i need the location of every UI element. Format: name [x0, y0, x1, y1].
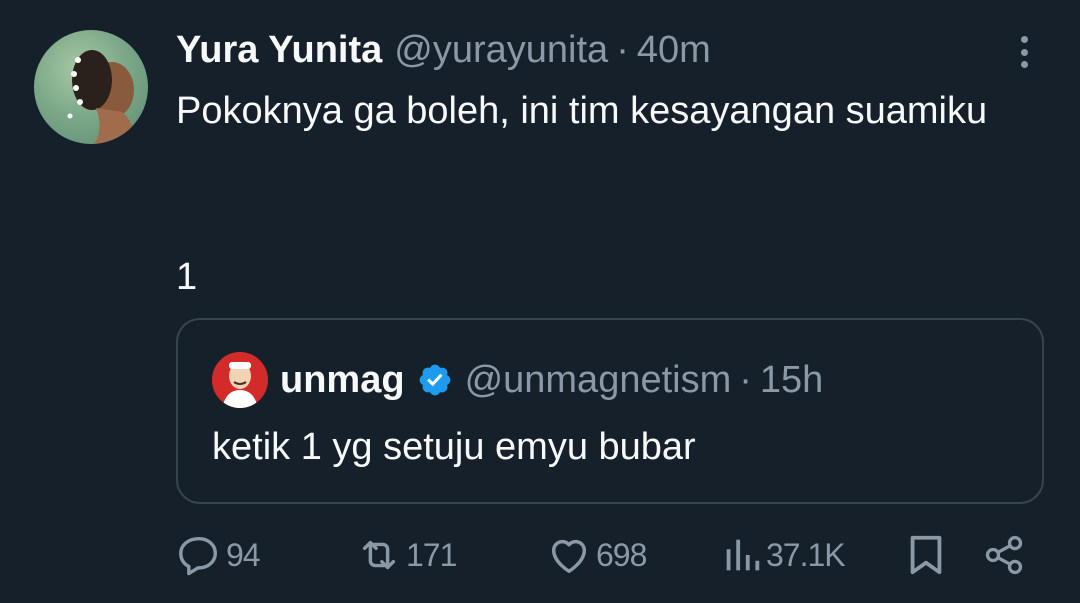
quoted-header-separator: ·: [739, 358, 752, 401]
quoted-tweet-timestamp[interactable]: 15h: [760, 359, 823, 402]
views-button[interactable]: 37.1K: [722, 530, 846, 580]
repost-button[interactable]: 171: [356, 530, 457, 580]
quoted-author-handle[interactable]: @unmagnetism: [465, 359, 732, 402]
bookmark-icon: [910, 535, 942, 575]
profile-photo: [212, 352, 268, 408]
tweet-timestamp[interactable]: 40m: [637, 29, 711, 72]
quoted-tweet-header: unmag @unmagnetism · 15h: [280, 356, 823, 404]
quoted-tweet[interactable]: unmag @unmagnetism · 15h ketik 1 yg setu…: [176, 318, 1044, 504]
author-display-name[interactable]: Yura Yunita: [176, 29, 382, 72]
views-count: 37.1K: [766, 536, 846, 573]
reply-icon: [179, 536, 218, 576]
more-options-icon[interactable]: [1008, 34, 1040, 70]
views-chart-icon: [726, 539, 760, 571]
repost-icon: [362, 540, 396, 570]
reply-button[interactable]: 94: [176, 530, 261, 580]
repost-count: 171: [406, 536, 457, 573]
reply-count: 94: [226, 536, 261, 573]
author-avatar[interactable]: [34, 30, 148, 144]
more-dot: [1020, 36, 1028, 43]
quoted-author-display-name[interactable]: unmag: [280, 359, 405, 402]
more-dot: [1020, 48, 1028, 56]
more-dot: [1020, 61, 1028, 68]
tweet-actions-bar: 94 171 698 37.1K: [0, 530, 1080, 580]
share-icon: [985, 535, 1023, 575]
quoted-author-avatar[interactable]: [212, 352, 268, 408]
author-handle[interactable]: @yurayunita: [394, 29, 608, 72]
share-button[interactable]: [982, 530, 1026, 580]
header-separator: ·: [616, 28, 629, 71]
heart-icon: [551, 539, 587, 574]
bookmark-button[interactable]: [906, 530, 946, 580]
like-count: 698: [596, 536, 647, 573]
verified-badge-icon: [419, 364, 450, 396]
tweet-text: Pokoknya ga boleh, ini tim kesayangan su…: [176, 90, 988, 132]
quoted-tweet-text: ketik 1 yg setuju emyu bubar: [212, 426, 696, 468]
tweet-text-number: 1: [176, 256, 198, 298]
profile-photo: [67, 50, 138, 144]
tweet-header: Yura Yunita @yurayunita · 40m: [176, 28, 711, 72]
tweet-card: Yura Yunita @yurayunita · 40m Pokoknya g…: [0, 0, 1080, 603]
like-button[interactable]: 698: [546, 530, 647, 580]
